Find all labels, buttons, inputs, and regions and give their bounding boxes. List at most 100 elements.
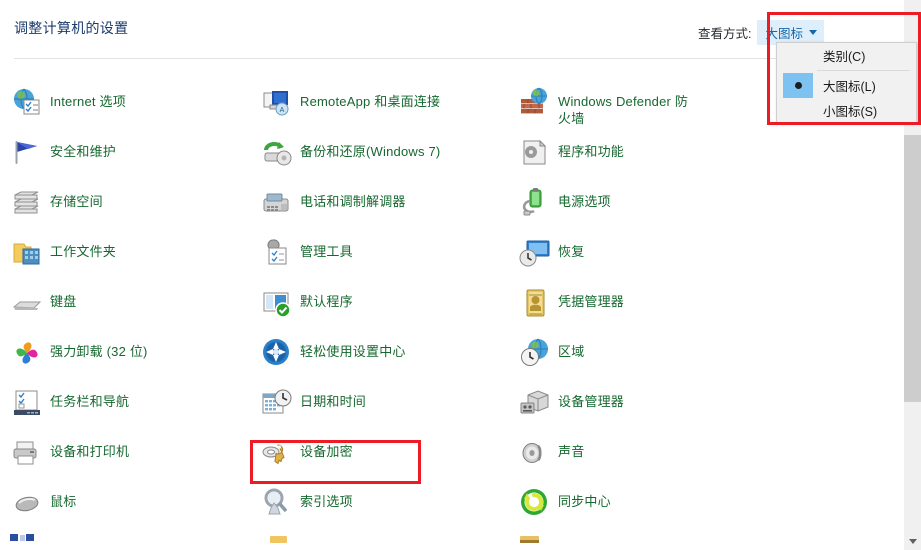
- view-by-selected-value: 大图标: [765, 27, 803, 41]
- scrollbar-down-button[interactable]: [904, 533, 921, 550]
- control-panel-item-label: 设备和打印机: [50, 444, 130, 459]
- date-time-icon: [260, 386, 294, 420]
- control-panel-item[interactable]: 管理工具: [260, 236, 498, 270]
- ease-of-access-icon: [260, 336, 294, 370]
- chevron-down-icon: [809, 30, 817, 35]
- windows-defender-firewall-icon: [518, 86, 552, 120]
- chevron-down-icon: [908, 539, 917, 544]
- control-panel-item-label: 设备加密: [300, 444, 353, 459]
- control-panel-item-label: 索引选项: [300, 494, 353, 509]
- control-panel-item[interactable]: 强力卸载 (32 位): [10, 336, 248, 370]
- menu-item-large-icons[interactable]: 大图标(L): [777, 73, 916, 98]
- control-panel-item[interactable]: 鼠标: [10, 486, 248, 520]
- sound-icon: [518, 436, 552, 470]
- devices-printers-icon: [10, 436, 44, 470]
- control-panel-item[interactable]: 默认程序: [260, 286, 498, 320]
- menu-item-category[interactable]: 类别(C): [777, 43, 916, 68]
- control-panel-item-label: 同步中心: [558, 494, 611, 509]
- control-panel-item-label: 恢复: [558, 244, 585, 259]
- control-panel-item[interactable]: 日期和时间: [260, 386, 498, 420]
- control-panel-item[interactable]: 轻松使用设置中心: [260, 336, 498, 370]
- security-maintenance-flag-icon: [10, 136, 44, 170]
- control-panel-item[interactable]: 备份和还原(Windows 7): [260, 136, 498, 170]
- powerful-uninstall-icon: [10, 336, 44, 370]
- indexing-options-icon: [260, 486, 294, 520]
- control-panel-item-label: 工作文件夹: [50, 244, 117, 259]
- administrative-tools-icon: [260, 236, 294, 270]
- internet-options-icon: [10, 86, 44, 120]
- control-panel-item-label: 强力卸载 (32 位): [50, 344, 148, 359]
- device-encryption-icon: [260, 436, 294, 470]
- control-panel-item[interactable]: A RemoteApp 和桌面连接: [260, 86, 498, 120]
- radio-selected-indicator: [783, 73, 813, 98]
- radio-dot-icon: [794, 82, 802, 89]
- default-programs-icon: [260, 286, 294, 320]
- control-panel-item[interactable]: 存储空间: [10, 186, 248, 220]
- control-panel-item[interactable]: 安全和维护: [10, 136, 248, 170]
- power-options-icon: [518, 186, 552, 220]
- control-panel-item[interactable]: 区域: [518, 336, 756, 370]
- control-panel-item-label: 默认程序: [300, 294, 353, 309]
- control-panel-item-label: Windows Defender 防火墙: [558, 94, 689, 126]
- control-panel-item[interactable]: 恢复: [518, 236, 756, 270]
- sync-center-icon: [518, 486, 552, 520]
- control-panel-item-label: 任务栏和导航: [50, 394, 130, 409]
- mouse-icon: [10, 486, 44, 520]
- control-panel-item-label: 键盘: [50, 294, 77, 309]
- device-manager-icon: [518, 386, 552, 420]
- control-panel-item[interactable]: 工作文件夹: [10, 236, 248, 270]
- control-panel-item[interactable]: 键盘: [10, 286, 248, 320]
- control-panel-item-label: 存储空间: [50, 194, 103, 209]
- control-panel-item-label: 区域: [558, 344, 585, 359]
- page-title: 调整计算机的设置: [14, 20, 129, 36]
- scrollbar-thumb[interactable]: [904, 135, 921, 402]
- svg-text:A: A: [280, 107, 285, 114]
- control-panel-item[interactable]: 索引选项: [260, 486, 498, 520]
- control-panel-item[interactable]: 程序和功能: [518, 136, 756, 170]
- control-panel-item[interactable]: 设备管理器: [518, 386, 756, 420]
- taskbar-navigation-icon: [10, 386, 44, 420]
- control-panel-item-label: 凭据管理器: [558, 294, 625, 309]
- control-panel-item[interactable]: 设备和打印机: [10, 436, 248, 470]
- phone-modem-icon: [260, 186, 294, 220]
- control-panel-item[interactable]: 任务栏和导航: [10, 386, 248, 420]
- control-panel-item-label: 备份和还原(Windows 7): [300, 144, 441, 159]
- menu-item-label: 类别(C): [823, 50, 866, 64]
- control-panel-items-grid: Internet 选项 安全和维护存储空间工作文件夹键盘强力卸载 (32 位) 任务…: [0, 86, 893, 550]
- control-panel-item-label: 轻松使用设置中心: [300, 344, 406, 359]
- credential-manager-icon: [518, 286, 552, 320]
- control-panel-item-label: Internet 选项: [50, 94, 126, 109]
- menu-item-small-icons[interactable]: 小图标(S): [777, 98, 916, 123]
- control-panel-item-label: 日期和时间: [300, 394, 367, 409]
- backup-restore-icon: [260, 136, 294, 170]
- control-panel-item-label: 电话和调制解调器: [300, 194, 406, 209]
- control-panel-item[interactable]: 电源选项: [518, 186, 756, 220]
- control-panel-item-label: RemoteApp 和桌面连接: [300, 94, 441, 109]
- control-panel-item-label: 电源选项: [558, 194, 611, 209]
- control-panel-item-label: 鼠标: [50, 494, 77, 509]
- view-by-dropdown-menu[interactable]: 类别(C) 大图标(L) 小图标(S): [776, 42, 917, 123]
- next-row-icon-peek: [518, 536, 544, 546]
- control-panel-item[interactable]: 声音: [518, 436, 756, 470]
- next-row-icon-peek: [268, 536, 294, 546]
- control-panel-item-label: 设备管理器: [558, 394, 625, 409]
- programs-features-icon: [518, 136, 552, 170]
- menu-separator: [817, 70, 910, 71]
- control-panel-item-label: 声音: [558, 444, 585, 459]
- header-divider: [14, 58, 907, 59]
- control-panel-item[interactable]: Windows Defender 防火墙: [518, 86, 693, 127]
- work-folders-icon: [10, 236, 44, 270]
- control-panel-item[interactable]: 电话和调制解调器: [260, 186, 498, 220]
- control-panel-item[interactable]: Internet 选项: [10, 86, 248, 120]
- control-panel-item[interactable]: 设备加密: [260, 436, 498, 470]
- control-panel-item-label: 管理工具: [300, 244, 353, 259]
- remoteapp-desktop-icon: A: [260, 86, 294, 120]
- keyboard-icon: [10, 286, 44, 320]
- control-panel-item[interactable]: 凭据管理器: [518, 286, 756, 320]
- storage-spaces-icon: [10, 186, 44, 220]
- next-row-icon-peek: [10, 534, 36, 544]
- control-panel-item[interactable]: 同步中心: [518, 486, 756, 520]
- menu-item-label: 小图标(S): [823, 105, 878, 119]
- control-panel-item-label: 安全和维护: [50, 144, 117, 159]
- control-panel-item-label: 程序和功能: [558, 144, 625, 159]
